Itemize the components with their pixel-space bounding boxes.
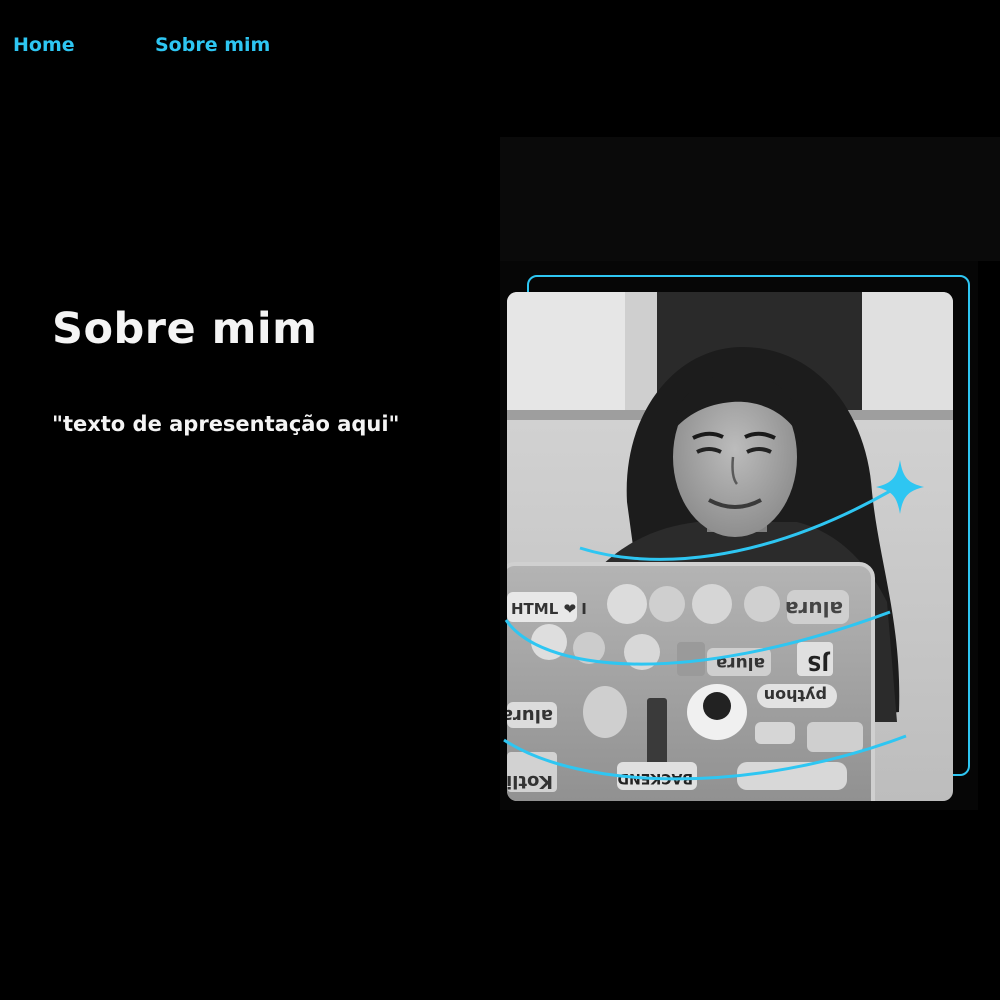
image-backdrop-top bbox=[500, 137, 1000, 261]
sticker-js: JS bbox=[807, 651, 831, 675]
sticker-alura-2: alura bbox=[716, 653, 765, 673]
nav-link-sobre-mim[interactable]: Sobre mim bbox=[155, 34, 270, 56]
page: Home Sobre mim Sobre mim "texto de apres… bbox=[0, 0, 1000, 1000]
sticker-python: python bbox=[764, 686, 827, 705]
top-nav: Home Sobre mim bbox=[0, 0, 1000, 92]
sticker-html: HTML ❤ I bbox=[511, 600, 587, 618]
intro-text: "texto de apresentação aqui" bbox=[52, 412, 400, 436]
sticker-backend: BACKEND bbox=[617, 770, 693, 786]
sticker-alura-3: alura bbox=[507, 705, 553, 726]
profile-photo: HTML ❤ I alura JS python alura BACKEND a… bbox=[507, 292, 953, 801]
nav-link-home[interactable]: Home bbox=[13, 34, 75, 56]
sticker-kotlin: Kotlin bbox=[507, 771, 553, 792]
sticker-alura-1: alura bbox=[785, 597, 843, 621]
page-title: Sobre mim bbox=[52, 304, 318, 354]
